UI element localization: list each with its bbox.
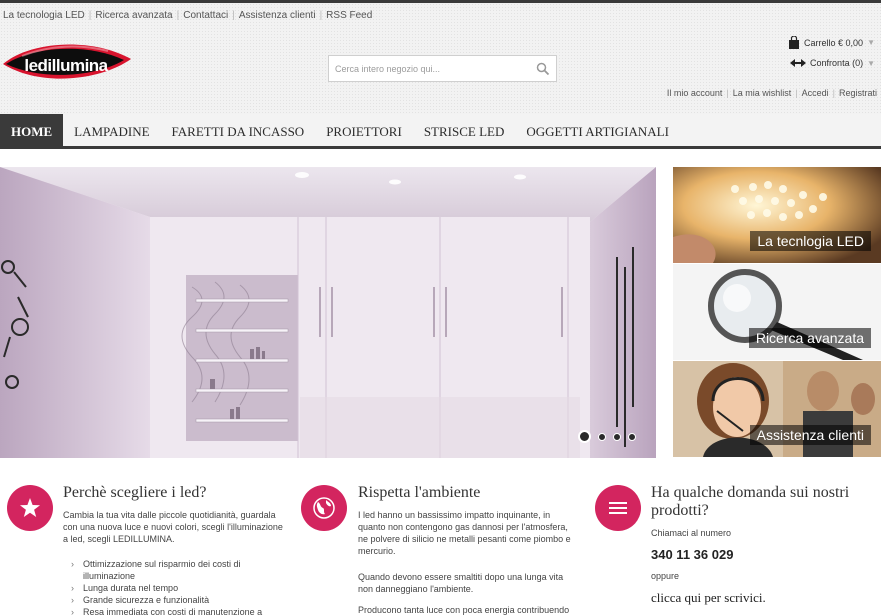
promo-label: Assistenza clienti [749,425,871,445]
environment-text-2: Quando devono essere smaltiti dopo una l… [358,572,564,594]
star-icon [7,485,53,531]
cart-label: Carrello € 0,00 [804,37,864,48]
list-item: Lunga durata nel tempo [69,582,285,594]
hero-slider[interactable] [0,167,656,458]
environment-title: Rispetta l'ambiente [358,484,481,501]
environment-text-3: Producono tanta luce con poca energia co… [358,605,570,615]
list-item: Ottimizzazione sul risparmio dei costi d… [69,558,285,582]
promo-advanced-search[interactable]: Ricerca avanzata [673,264,881,360]
or-text: oppure [651,571,680,581]
slider-dot[interactable] [613,432,621,441]
feature-title: Perchè scegliere i led? [63,484,207,501]
feature-text: Cambia la tua vita dalle piccole quotidi… [63,510,283,544]
account-links: Il mio account | La mia wishlist | Accedi | Re… [666,88,877,98]
nav-faretti[interactable]: FARETTI DA INCASSO [161,114,316,149]
search-input[interactable] [329,56,529,81]
link-register[interactable]: Registrati [839,88,877,98]
toplink-rss[interactable]: RSS Feed [326,10,372,21]
nav-home[interactable]: HOME [0,114,64,149]
nav-strisce[interactable]: STRISCE LED [413,114,516,149]
slider-dot[interactable] [598,432,606,441]
compare-arrows-icon [790,59,807,67]
call-text: Chiamaci al numero [651,528,732,538]
nav-oggetti[interactable]: OGGETTI ARTIGIANALI [515,114,680,149]
menu-lines-icon [595,485,641,531]
link-wishlist[interactable]: La mia wishlist [733,88,792,98]
toplink-support[interactable]: Assistenza clienti [239,10,316,21]
feature-list: Ottimizzazione sul risparmio dei costi d… [69,558,285,616]
slider-dot[interactable] [578,430,591,443]
logo[interactable]: ledillumina [0,31,134,93]
toplink-led[interactable]: La tecnologia LED [3,10,85,21]
environment-text-1: I led hanno un bassissimo impatto inquin… [358,510,571,556]
list-item: Grande sicurezza e funzionalità [69,594,285,606]
search-icon[interactable] [536,62,550,76]
globe-icon [301,485,347,531]
promo-label: Ricerca avanzata [748,328,871,348]
chevron-down-icon: ▼ [867,38,875,47]
list-item: Resa immediata con costi di manutenzione… [69,606,285,616]
compare-link[interactable]: Confronta (0) ▼ [790,58,875,68]
link-my-account[interactable]: Il mio account [667,88,723,98]
phone-number[interactable]: 340 11 36 029 [651,547,733,563]
logo-text: ledillumina [24,56,108,75]
write-us-link[interactable]: clicca qui per scrivici. [651,590,766,606]
top-links: La tecnologia LED | Ricerca avanzata | Conta… [3,10,373,21]
chevron-down-icon: ▼ [867,58,875,68]
hero-image [0,167,656,458]
promo-led-technology[interactable]: La tecnlogia LED [673,167,881,263]
link-login[interactable]: Accedi [802,88,829,98]
questions-title: Ha qualche domanda sui nostri prodotti? [651,484,850,519]
shopping-bag-icon [789,36,800,49]
slider-dot[interactable] [628,432,636,441]
header: La tecnologia LED | Ricerca avanzata | Conta… [0,3,881,114]
promo-customer-support[interactable]: Assistenza clienti [673,361,881,457]
compare-label: Confronta (0) [810,58,864,68]
slider-dots [578,430,636,443]
cart-link[interactable]: Carrello € 0,00 ▼ [788,36,875,49]
nav-proiettori[interactable]: PROIETTORI [315,114,413,149]
main-nav: HOME LAMPADINE FARETTI DA INCASSO PROIET… [0,114,881,149]
search-box [328,55,557,82]
toplink-search[interactable]: Ricerca avanzata [95,10,172,21]
toplink-contact[interactable]: Contattaci [183,10,228,21]
nav-lampadine[interactable]: LAMPADINE [63,114,160,149]
promo-label: La tecnlogia LED [750,231,871,251]
